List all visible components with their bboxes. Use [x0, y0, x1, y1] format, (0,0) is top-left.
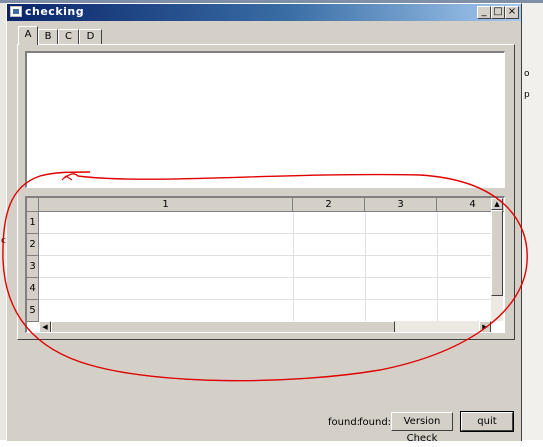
column-divider	[365, 212, 366, 322]
tab-a[interactable]: A	[18, 26, 38, 45]
results-table[interactable]: 1 2 3 4 1 2 3 4 5 ▲ ◀ ▶	[25, 196, 505, 333]
window-icon	[10, 6, 22, 17]
row-header-4[interactable]: 4	[27, 278, 39, 300]
tab-d[interactable]: D	[79, 29, 102, 44]
checking-window: checking _ □ × A B C D 1 2 3 4 1 2 3 4 5…	[6, 3, 522, 444]
tab-c[interactable]: C	[58, 29, 79, 44]
table-corner	[27, 198, 39, 212]
desktop-background-right	[519, 0, 543, 440]
row-header-5[interactable]: 5	[27, 300, 39, 322]
tab-b[interactable]: B	[38, 29, 58, 44]
column-header-2[interactable]: 2	[293, 198, 365, 212]
column-header-1[interactable]: 1	[39, 198, 293, 212]
scroll-left-icon[interactable]: ◀	[39, 321, 51, 332]
table-row[interactable]	[39, 256, 493, 278]
row-header-2[interactable]: 2	[27, 234, 39, 256]
window-title: checking	[25, 5, 85, 18]
vertical-scrollbar[interactable]: ▲	[491, 198, 503, 321]
scroll-right-icon[interactable]: ▶	[479, 321, 491, 332]
column-divider	[293, 212, 294, 322]
column-divider	[437, 212, 438, 322]
found-label-2: found:	[359, 417, 392, 428]
horizontal-scroll-thumb[interactable]	[51, 321, 395, 332]
minimize-button[interactable]: _	[477, 6, 491, 19]
background-text-right: o	[524, 69, 530, 79]
table-row[interactable]	[39, 300, 493, 322]
found-label-1: found:	[328, 417, 361, 428]
close-button[interactable]: ×	[505, 6, 519, 19]
quit-button[interactable]: quit	[460, 411, 514, 432]
row-header-3[interactable]: 3	[27, 256, 39, 278]
title-bar[interactable]: checking _ □ ×	[7, 4, 521, 21]
background-text-right-2: p	[524, 90, 530, 100]
table-row[interactable]	[39, 212, 493, 234]
column-header-3[interactable]: 3	[365, 198, 437, 212]
vertical-scroll-thumb[interactable]	[491, 210, 503, 296]
version-check-button[interactable]: Version Check	[391, 412, 453, 444]
horizontal-scrollbar[interactable]: ◀ ▶	[39, 321, 491, 332]
table-row[interactable]	[39, 278, 493, 300]
scroll-up-icon[interactable]: ▲	[491, 198, 503, 210]
output-text-area[interactable]	[25, 51, 505, 188]
maximize-button[interactable]: □	[491, 6, 505, 19]
table-row[interactable]	[39, 234, 493, 256]
row-header-1[interactable]: 1	[27, 212, 39, 234]
